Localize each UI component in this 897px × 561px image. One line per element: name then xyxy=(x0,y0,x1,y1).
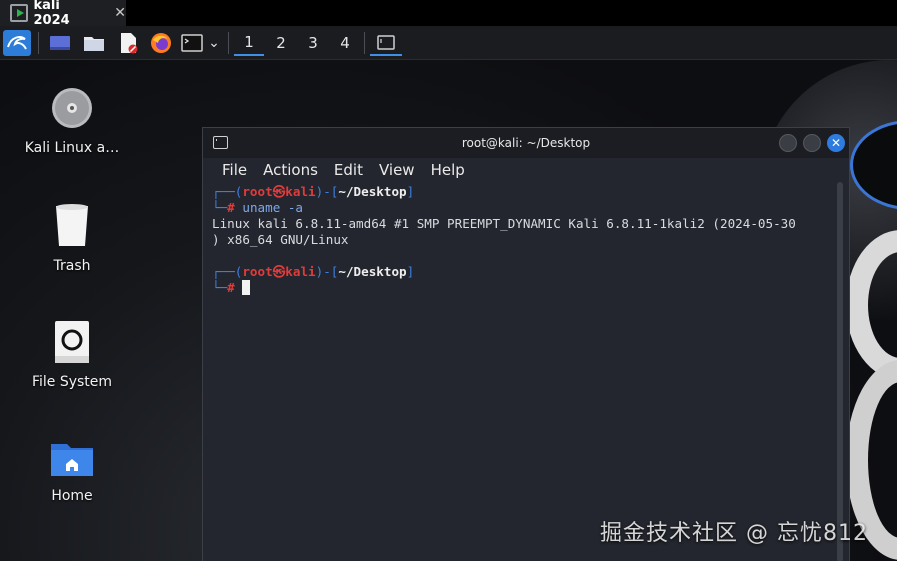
minimize-button[interactable] xyxy=(779,134,797,152)
desktop-icon-label: Trash xyxy=(53,258,91,274)
terminal-window[interactable]: root@kali: ~/Desktop ✕ File Actions Edit… xyxy=(202,127,850,561)
text-editor-icon xyxy=(121,33,138,54)
prompt-user: root xyxy=(242,184,273,199)
terminal-launcher-button[interactable] xyxy=(180,30,204,56)
drive-icon xyxy=(55,321,89,363)
command-text: uname -a xyxy=(242,200,304,215)
output-line: Linux kali 6.8.11-amd64 #1 SMP PREEMPT_D… xyxy=(212,216,796,231)
desktop-icon-label: Kali Linux a… xyxy=(24,140,120,156)
firefox-button[interactable] xyxy=(148,30,174,56)
prompt-user: root xyxy=(242,264,273,279)
menu-view[interactable]: View xyxy=(372,161,422,179)
terminal-icon xyxy=(377,34,395,50)
terminal-icon xyxy=(213,136,228,149)
workspace-2[interactable]: 2 xyxy=(266,30,296,56)
close-button[interactable]: ✕ xyxy=(827,134,845,152)
desktop-icon-file-system[interactable]: File System xyxy=(17,320,127,390)
text-cursor xyxy=(242,280,251,295)
text-editor-button[interactable] xyxy=(116,30,140,56)
close-icon: ✕ xyxy=(830,136,842,150)
desktop-icon-home[interactable]: Home xyxy=(17,440,127,504)
terminal-output[interactable]: ┌──(root㉿kali)-[~/Desktop] └─# uname -a … xyxy=(212,184,832,296)
vm-tab[interactable]: kali 2024 ✕ xyxy=(0,0,126,28)
prompt-host: kali xyxy=(285,184,316,199)
terminal-icon xyxy=(181,34,203,52)
maximize-button[interactable] xyxy=(803,134,821,152)
output-line: ) x86_64 GNU/Linux xyxy=(212,232,349,247)
chevron-down-icon[interactable]: ⌄ xyxy=(206,30,222,56)
window-title: root@kali: ~/Desktop xyxy=(461,136,591,150)
terminal-titlebar[interactable]: root@kali: ~/Desktop ✕ xyxy=(203,128,849,158)
prompt-path: ~/Desktop xyxy=(338,264,407,279)
watermark: 掘金技术社区 @ 忘忧812 xyxy=(600,521,868,546)
panel-separator xyxy=(364,32,365,54)
kali-menu-icon xyxy=(7,36,27,50)
prompt-host: kali xyxy=(285,264,316,279)
close-icon[interactable]: ✕ xyxy=(114,5,126,21)
kali-menu-button[interactable] xyxy=(3,30,31,56)
show-desktop-icon xyxy=(50,36,70,50)
file-manager-button[interactable] xyxy=(82,30,106,56)
vm-icon xyxy=(10,4,28,22)
file-manager-icon xyxy=(84,37,104,51)
vm-tab-bar: kali 2024 ✕ xyxy=(0,0,897,28)
home-folder-icon xyxy=(51,444,93,476)
panel-separator xyxy=(228,32,229,54)
menu-file[interactable]: File xyxy=(215,161,254,179)
terminal-menubar: File Actions Edit View Help xyxy=(203,158,849,182)
desktop-screen: kali 2024 ✕ ⌄ 1 2 3 4 Kali Linux a… Tras… xyxy=(0,0,897,561)
workspace-3[interactable]: 3 xyxy=(298,30,328,56)
top-panel: ⌄ 1 2 3 4 xyxy=(0,26,897,60)
desktop-icon-trash[interactable]: Trash xyxy=(17,202,127,274)
prompt-path: ~/Desktop xyxy=(338,184,407,199)
workspace-1[interactable]: 1 xyxy=(234,30,264,56)
workspace-4[interactable]: 4 xyxy=(330,30,360,56)
vm-tab-title: kali 2024 xyxy=(33,0,70,28)
disc-icon xyxy=(52,88,92,128)
prompt-at: ㉿ xyxy=(272,184,286,199)
menu-edit[interactable]: Edit xyxy=(327,161,370,179)
panel-separator xyxy=(38,32,39,54)
trash-icon xyxy=(56,204,88,246)
prompt-at: ㉿ xyxy=(272,264,286,279)
desktop-icon-kali-linux[interactable]: Kali Linux a… xyxy=(17,86,127,156)
desktop-icon-label: File System xyxy=(31,374,113,390)
desktop-icon-label: Home xyxy=(51,488,93,504)
taskbar-terminal-window[interactable] xyxy=(370,30,402,56)
show-desktop-button[interactable] xyxy=(48,30,72,56)
firefox-icon xyxy=(151,33,171,53)
terminal-scrollbar[interactable] xyxy=(837,182,843,561)
menu-help[interactable]: Help xyxy=(424,161,472,179)
menu-actions[interactable]: Actions xyxy=(256,161,325,179)
